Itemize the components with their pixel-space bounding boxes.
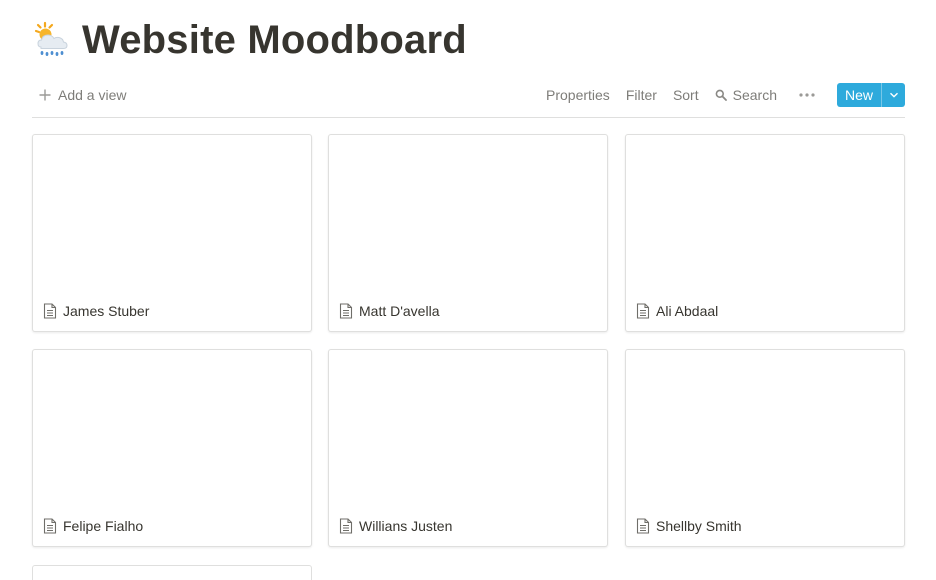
page-icon <box>43 518 57 534</box>
page-icon <box>339 518 353 534</box>
card-title: Willians Justen <box>359 518 453 534</box>
new-button-group: New <box>836 83 905 107</box>
page-title[interactable]: Website Moodboard <box>82 14 467 66</box>
card-title: Shellby Smith <box>656 518 742 534</box>
search-button[interactable]: Search <box>707 81 785 109</box>
card-title-row: Willians Justen <box>339 518 452 534</box>
toolbar-divider <box>32 117 905 118</box>
more-horizontal-icon <box>799 93 815 97</box>
sort-button[interactable]: Sort <box>665 81 707 109</box>
card-title-row: Shellby Smith <box>636 518 742 534</box>
new-button[interactable]: New <box>836 83 881 107</box>
search-label: Search <box>732 87 777 103</box>
page-icon <box>636 518 650 534</box>
gallery-card[interactable]: Matt D'avella <box>328 134 608 332</box>
page-icon <box>636 303 650 319</box>
card-title-row: Ali Abdaal <box>636 303 718 319</box>
add-view-label: Add a view <box>58 87 127 103</box>
card-title-row: James Stuber <box>43 303 149 319</box>
gallery-card[interactable]: Ali Abdaal <box>625 134 905 332</box>
plus-icon <box>39 89 51 101</box>
search-icon <box>715 89 727 101</box>
gallery-card[interactable]: James Stuber <box>32 134 312 332</box>
page: Website Moodboard Add a view Properties … <box>0 0 936 580</box>
database-toolbar: Add a view Properties Filter Sort Search… <box>32 81 905 109</box>
chevron-down-icon <box>889 92 898 98</box>
card-title-row: Felipe Fialho <box>43 518 143 534</box>
gallery-card-partial[interactable] <box>32 565 312 580</box>
card-title: Ali Abdaal <box>656 303 719 319</box>
card-title: James Stuber <box>63 303 150 319</box>
gallery-card[interactable]: Shellby Smith <box>625 349 905 547</box>
sun-behind-rain-cloud-icon[interactable] <box>32 20 72 60</box>
filter-button[interactable]: Filter <box>618 81 665 109</box>
card-title: Felipe Fialho <box>63 518 144 534</box>
new-dropdown-button[interactable] <box>881 83 905 107</box>
gallery-card[interactable]: Willians Justen <box>328 349 608 547</box>
card-title: Matt D'avella <box>359 303 440 319</box>
card-title-row: Matt D'avella <box>339 303 439 319</box>
page-icon <box>43 303 57 319</box>
properties-button[interactable]: Properties <box>538 81 618 109</box>
add-view-button[interactable]: Add a view <box>32 81 132 109</box>
more-options-button[interactable] <box>785 81 829 109</box>
title-row: Website Moodboard <box>32 14 467 66</box>
page-icon <box>339 303 353 319</box>
gallery-card[interactable]: Felipe Fialho <box>32 349 312 547</box>
